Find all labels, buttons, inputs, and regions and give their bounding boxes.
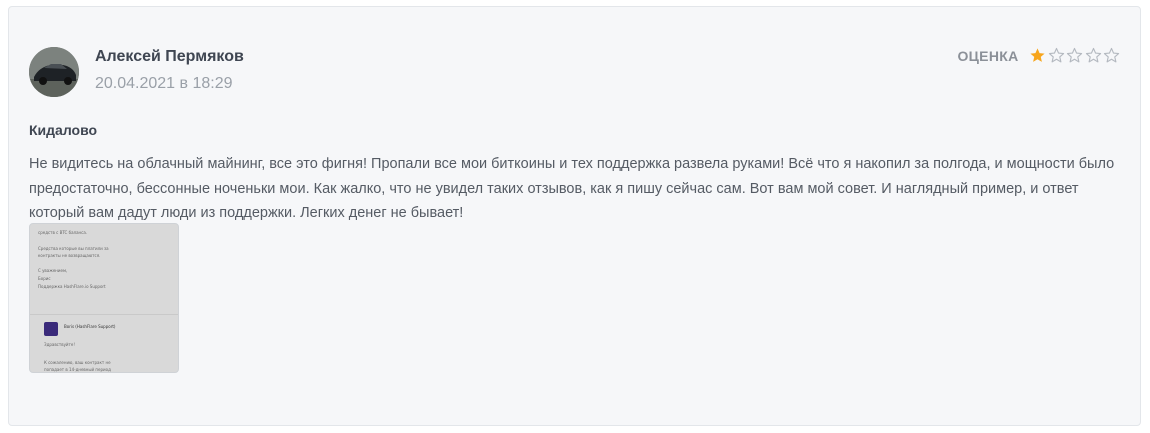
attachment-line: Средства которые вы платили за bbox=[38, 246, 109, 251]
rating: ОЦЕНКА bbox=[957, 47, 1120, 64]
avatar[interactable] bbox=[29, 47, 79, 97]
attachment-line: С уважением, bbox=[38, 268, 68, 273]
rating-stars bbox=[1028, 47, 1121, 64]
attachment-line: Поддержка HashFlare.io Support bbox=[38, 284, 106, 289]
star-empty-icon bbox=[1048, 47, 1064, 63]
attachment-line: средств с BTC баланса. bbox=[38, 230, 88, 235]
rating-label: ОЦЕНКА bbox=[957, 47, 1019, 64]
review-card: Алексей Пермяков 20.04.2021 в 18:29 ОЦЕН… bbox=[8, 6, 1141, 426]
attachment-divider bbox=[30, 314, 178, 315]
star-empty-icon bbox=[1085, 47, 1101, 63]
review-title: Кидалово bbox=[29, 122, 98, 138]
star-empty-icon bbox=[1066, 47, 1083, 63]
star-filled-icon bbox=[1030, 48, 1045, 62]
attachment-line: Борис bbox=[38, 276, 51, 281]
author-name: Алексей Пермяков bbox=[95, 48, 244, 65]
attachment-sender: Boris (HashFlare Support) bbox=[64, 324, 116, 329]
attachment-line: Здравствуйте! bbox=[44, 342, 75, 347]
review-text: Не видитесь на облачный майнинг, все это… bbox=[29, 156, 1115, 221]
review-date: 20.04.2021 в 18:29 bbox=[95, 75, 233, 92]
car-photo-icon bbox=[29, 47, 79, 97]
attachment-line: контракты не возвращаются. bbox=[38, 253, 101, 258]
star-empty-icon bbox=[1103, 47, 1120, 63]
attachment-line: попадает в 14-дневный период bbox=[44, 367, 111, 372]
attachment-thumbnail[interactable]: средств с BTC баланса. Средства которые в… bbox=[29, 223, 179, 373]
support-logo-icon bbox=[44, 322, 58, 336]
attachment-line: К сожалению, ваш контракт не bbox=[44, 360, 111, 365]
